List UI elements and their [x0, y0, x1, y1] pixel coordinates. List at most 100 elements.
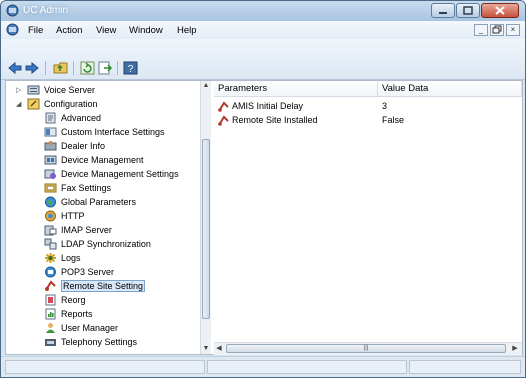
telephony-icon [45, 339, 56, 346]
tree-item-label: Remote Site Setting [61, 280, 146, 292]
menu-window[interactable]: Window [129, 25, 163, 36]
advanced-icon [45, 112, 56, 124]
tree-item-label: Custom Interface Settings [61, 127, 165, 137]
title-bar: UC Admin [1, 1, 525, 21]
tree-item-configuration[interactable]: ◢ Configuration [16, 97, 98, 111]
tree-item-fax-settings[interactable]: Fax Settings [44, 181, 111, 195]
help-icon[interactable]: ? [123, 61, 138, 75]
toolbar: ? [1, 39, 525, 80]
scrollbar-thumb[interactable] [202, 139, 210, 319]
device-settings-icon [44, 169, 56, 179]
collapse-arrow-icon[interactable]: ◢ [16, 100, 24, 108]
parameter-value: 3 [382, 101, 388, 111]
svg-text:?: ? [128, 64, 134, 75]
maximize-button[interactable] [456, 3, 480, 18]
toolbar-separator [73, 61, 74, 75]
forward-arrow-icon[interactable] [25, 61, 40, 75]
back-arrow-icon[interactable] [7, 61, 22, 75]
tree-item-telephony-settings[interactable]: Telephony Settings [44, 335, 137, 349]
detail-list: Parameters Value Data AMIS Initial Delay… [214, 81, 522, 355]
minimize-icon [439, 12, 447, 14]
column-header-value-data[interactable]: Value Data [378, 81, 522, 97]
menu-bar: File Action View Window Help _ × [1, 21, 525, 39]
scrollbar-thumb[interactable]: ||| [226, 344, 506, 353]
tree-item-label: Device Management Settings [61, 169, 179, 179]
tree-item-http[interactable]: HTTP [44, 209, 85, 223]
remote-site-icon [45, 280, 56, 291]
close-button[interactable] [481, 3, 519, 18]
tree-item-label: Dealer Info [61, 141, 106, 151]
http-icon [45, 210, 56, 222]
scroll-left-icon[interactable]: ◀ [214, 343, 224, 355]
tree-item-device-management-settings[interactable]: Device Management Settings [44, 167, 179, 181]
tree-item-advanced[interactable]: Advanced [44, 111, 101, 125]
child-restore-button[interactable] [490, 24, 504, 36]
parameter-icon [218, 114, 229, 126]
tree-item-pop3-server[interactable]: POP3 Server [44, 265, 114, 279]
tree-item-label: POP3 Server [61, 267, 115, 277]
child-close-button[interactable]: × [506, 24, 520, 36]
parameter-value: False [382, 115, 405, 125]
tree-vertical-scrollbar[interactable]: ▲ ▼ [200, 81, 211, 354]
tree-item-custom-interface-settings[interactable]: Custom Interface Settings [44, 125, 165, 139]
list-horizontal-scrollbar[interactable]: ◀ ||| ▶ [214, 342, 522, 355]
menu-help[interactable]: Help [177, 25, 197, 36]
globe-icon [45, 196, 56, 208]
scroll-up-icon[interactable]: ▲ [201, 81, 211, 91]
dealer-info-icon [44, 141, 57, 151]
tree-item-ldap-synchronization[interactable]: LDAP Synchronization [44, 237, 151, 251]
list-row-remote-site-installed[interactable]: Remote Site Installed False [218, 113, 518, 127]
tree-item-label: Voice Server [44, 85, 96, 95]
user-manager-icon [46, 323, 55, 333]
scroll-right-icon[interactable]: ▶ [510, 343, 520, 355]
menu-action[interactable]: Action [56, 25, 82, 36]
tree-item-device-management[interactable]: Device Management [44, 153, 144, 167]
maximize-icon [463, 6, 473, 15]
tree-item-imap-server[interactable]: IMAP Server [44, 223, 112, 237]
minimize-button[interactable] [431, 3, 455, 18]
tree-item-voice-server[interactable]: ▷ Voice Server [16, 83, 95, 97]
window-title: UC Admin [23, 5, 69, 16]
logs-icon [45, 253, 56, 263]
tree-item-label: Configuration [44, 99, 98, 109]
tree-item-reports[interactable]: Reports [44, 307, 93, 321]
up-folder-icon[interactable] [53, 61, 68, 75]
column-header-parameters[interactable]: Parameters [214, 81, 378, 97]
tree-item-logs[interactable]: Logs [44, 251, 81, 265]
expand-arrow-icon[interactable]: ▷ [16, 86, 24, 94]
tree-item-label: IMAP Server [61, 225, 112, 235]
ldap-icon [44, 238, 57, 250]
tree-item-label: Fax Settings [61, 183, 112, 193]
configuration-icon [27, 98, 40, 110]
restore-icon [492, 25, 502, 34]
parameter-name: AMIS Initial Delay [232, 101, 304, 111]
app-icon [6, 4, 19, 17]
menu-file[interactable]: File [28, 25, 43, 36]
tree-item-label: Reorg [61, 295, 86, 305]
export-icon[interactable] [98, 61, 113, 75]
status-pane [207, 360, 407, 374]
toolbar-separator [117, 61, 118, 75]
tree-item-label: LDAP Synchronization [61, 239, 151, 249]
tree-item-user-manager[interactable]: User Manager [44, 321, 118, 335]
list-row-amis-initial-delay[interactable]: AMIS Initial Delay 3 [218, 99, 518, 113]
document-icon[interactable] [6, 23, 19, 36]
status-pane [409, 360, 521, 374]
tree-item-global-parameters[interactable]: Global Parameters [44, 195, 136, 209]
server-icon [27, 85, 40, 95]
tree-item-label: User Manager [61, 323, 119, 333]
toolbar-separator [45, 61, 46, 75]
tree-item-remote-site-setting[interactable]: Remote Site Setting [44, 279, 146, 293]
tree-pane: ▷ Voice Server ◢ Configuration Advanced … [6, 81, 211, 354]
child-minimize-button[interactable]: _ [474, 24, 488, 36]
tree-item-label: Global Parameters [61, 197, 137, 207]
parameter-name: Remote Site Installed [232, 115, 318, 125]
scroll-down-icon[interactable]: ▼ [201, 344, 211, 354]
menu-view[interactable]: View [96, 25, 116, 36]
status-pane [5, 360, 205, 374]
refresh-icon[interactable] [80, 61, 95, 75]
imap-server-icon [44, 225, 57, 236]
tree-item-dealer-info[interactable]: Dealer Info [44, 139, 105, 153]
tree-item-reorg[interactable]: Reorg [44, 293, 86, 307]
tree-item-label: Telephony Settings [61, 337, 138, 347]
